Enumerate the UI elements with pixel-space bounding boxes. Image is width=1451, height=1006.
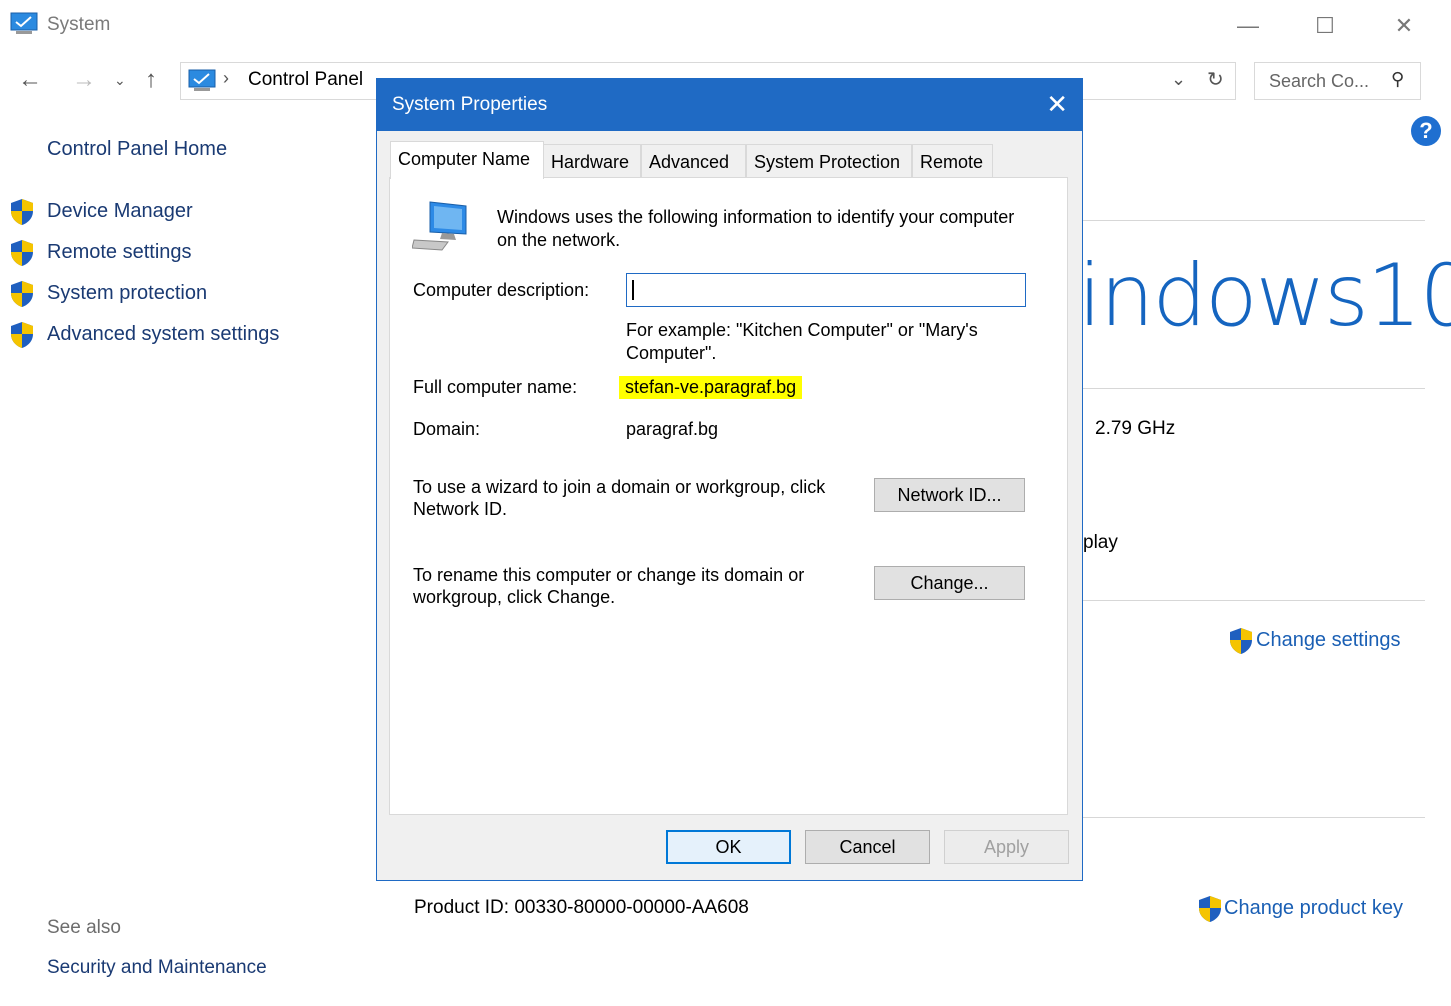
help-icon[interactable]: ? <box>1411 116 1441 146</box>
tab-hardware[interactable]: Hardware <box>543 144 641 178</box>
control-panel-home-link[interactable]: Control Panel Home <box>47 138 227 161</box>
computer-description-input[interactable] <box>626 273 1026 307</box>
product-id: Product ID: 00330-80000-00000-AA608 <box>414 897 749 918</box>
tab-system-protection[interactable]: System Protection <box>746 144 912 178</box>
example-text-line1: For example: "Kitchen Computer" or "Mary… <box>626 320 978 340</box>
full-computer-name-label: Full computer name: <box>413 377 578 397</box>
ok-button[interactable]: OK <box>666 830 791 864</box>
divider <box>1083 600 1425 601</box>
cancel-button[interactable]: Cancel <box>805 830 930 864</box>
intro-text-line2: on the network. <box>497 230 621 250</box>
search-input[interactable]: Search Co... ⚲ <box>1254 62 1421 100</box>
rename-text-line1: To rename this computer or change its do… <box>413 565 805 585</box>
shield-icon <box>11 281 33 307</box>
network-id-text-line1: To use a wizard to join a domain or work… <box>413 477 826 497</box>
divider <box>1083 817 1425 818</box>
recent-chevron-down-icon[interactable]: ⌄ <box>114 64 126 96</box>
tab-computer-name[interactable]: Computer Name <box>390 141 544 179</box>
partial-display-text: play <box>1083 532 1118 553</box>
advanced-system-settings-link[interactable]: Advanced system settings <box>47 323 279 346</box>
shield-icon <box>11 199 33 225</box>
network-id-text-line2: Network ID. <box>413 499 508 519</box>
minimize-icon[interactable]: — <box>1228 8 1268 44</box>
computer-icon <box>412 201 467 251</box>
tab-remote[interactable]: Remote <box>912 144 993 178</box>
shield-icon <box>1230 628 1252 654</box>
domain-value: paragraf.bg <box>626 419 719 439</box>
system-protection-link[interactable]: System protection <box>47 282 207 305</box>
see-also-heading: See also <box>47 917 121 938</box>
window-title: System <box>47 14 111 35</box>
rename-text-line2: workgroup, click Change. <box>413 587 616 607</box>
remote-settings-link[interactable]: Remote settings <box>47 241 192 264</box>
dialog-title: System Properties <box>392 94 548 115</box>
breadcrumb-control-panel[interactable]: Control Panel <box>248 69 363 91</box>
system-icon <box>10 12 38 34</box>
forward-arrow-icon[interactable]: → <box>72 64 96 96</box>
search-placeholder: Search Co... <box>1269 71 1370 91</box>
computer-description-label: Computer description: <box>413 280 590 300</box>
device-manager-link[interactable]: Device Manager <box>47 200 193 223</box>
shield-icon <box>1199 896 1221 922</box>
network-id-button[interactable]: Network ID... <box>874 478 1025 512</box>
text-cursor <box>632 280 634 300</box>
divider <box>1083 388 1425 389</box>
address-dropdown-icon[interactable]: ⌄ <box>1171 69 1186 90</box>
breadcrumb-separator-icon: › <box>223 68 229 88</box>
computer-icon <box>188 69 216 91</box>
apply-button[interactable]: Apply <box>944 830 1069 864</box>
processor-speed: 2.79 GHz <box>1095 418 1176 439</box>
security-and-maintenance-link[interactable]: Security and Maintenance <box>47 957 267 979</box>
change-settings-link[interactable]: Change settings <box>1256 629 1401 652</box>
dialog-title-bar[interactable]: System Properties ✕ <box>377 79 1082 131</box>
close-icon[interactable]: ✕ <box>1384 8 1424 44</box>
domain-label: Domain: <box>413 419 481 439</box>
shield-icon <box>11 240 33 266</box>
divider <box>1083 220 1425 221</box>
example-text-line2: Computer". <box>626 343 717 363</box>
shield-icon <box>11 322 33 348</box>
maximize-icon[interactable]: ☐ <box>1305 8 1345 44</box>
search-icon: ⚲ <box>1391 69 1405 89</box>
windows-10-logo-text: indows10 <box>1078 246 1451 346</box>
dialog-close-icon[interactable]: ✕ <box>1046 89 1068 120</box>
up-arrow-icon[interactable]: ↑ <box>145 64 157 96</box>
refresh-icon[interactable]: ↻ <box>1207 67 1224 92</box>
change-button[interactable]: Change... <box>874 566 1025 600</box>
tab-advanced[interactable]: Advanced <box>641 144 746 178</box>
intro-text-line1: Windows uses the following information t… <box>497 207 1015 227</box>
change-product-key-link[interactable]: Change product key <box>1224 897 1403 920</box>
full-computer-name-value: stefan-ve.paragraf.bg <box>619 376 803 399</box>
back-arrow-icon[interactable]: ← <box>18 64 42 96</box>
